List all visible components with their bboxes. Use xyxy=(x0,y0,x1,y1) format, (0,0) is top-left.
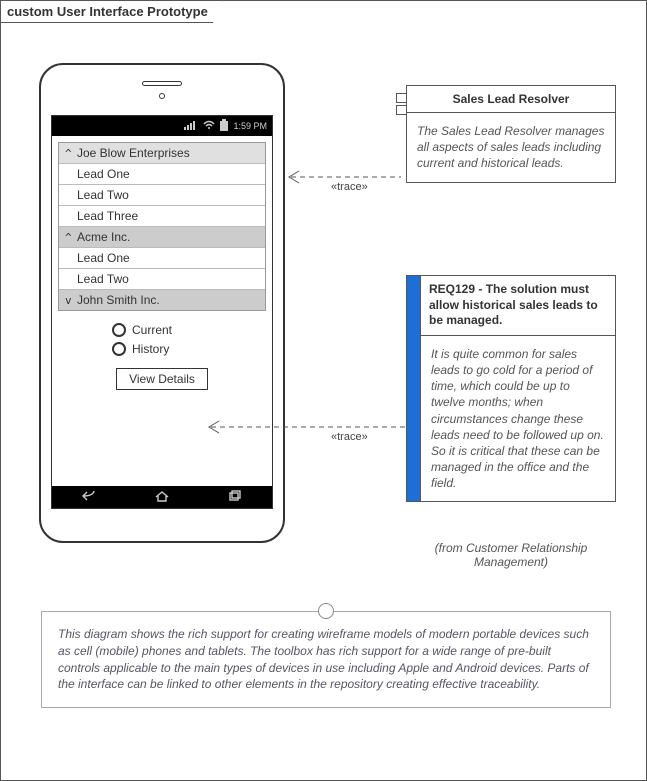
status-bar: 1:59 PM xyxy=(52,116,272,136)
phone-screen: 1:59 PM ^ Joe Blow Enterprises Lead One … xyxy=(51,115,273,509)
lead-list[interactable]: ^ Joe Blow Enterprises Lead One Lead Two… xyxy=(58,142,266,311)
radio-icon xyxy=(112,323,126,337)
radio-current[interactable]: Current xyxy=(112,323,212,337)
phone-speaker xyxy=(142,81,182,86)
list-item[interactable]: Lead Two xyxy=(59,269,265,290)
view-details-button[interactable]: View Details xyxy=(116,368,208,390)
component-body: The Sales Lead Resolver manages all aspe… xyxy=(407,113,615,182)
list-item[interactable]: Lead One xyxy=(59,248,265,269)
back-icon[interactable] xyxy=(81,490,97,505)
status-time: 1:59 PM xyxy=(233,121,267,131)
trace-label: «trace» xyxy=(331,181,368,193)
list-item[interactable]: Lead Two xyxy=(59,185,265,206)
group-label: John Smith Inc. xyxy=(77,293,160,307)
list-group-row[interactable]: ^ Joe Blow Enterprises xyxy=(59,143,265,164)
requirement-source: (from Customer Relationship Management) xyxy=(406,541,616,569)
radio-icon xyxy=(112,342,126,356)
radio-label: Current xyxy=(132,323,172,337)
chevron-up-icon: ^ xyxy=(65,231,77,244)
chevron-down-icon: v xyxy=(65,294,77,307)
diagram-note: This diagram shows the rich support for … xyxy=(41,611,611,708)
list-group-row[interactable]: ^ Acme Inc. xyxy=(59,227,265,248)
radio-history[interactable]: History xyxy=(112,342,212,356)
battery-icon xyxy=(220,119,228,133)
diagram-frame: custom User Interface Prototype 1:59 PM … xyxy=(0,0,647,781)
component-sales-lead-resolver[interactable]: Sales Lead Resolver The Sales Lead Resol… xyxy=(406,85,616,183)
android-nav-bar xyxy=(52,486,272,508)
list-item[interactable]: Lead One xyxy=(59,164,265,185)
requirement-req129[interactable]: REQ129 - The solution must allow histori… xyxy=(406,275,616,502)
phone-wireframe: 1:59 PM ^ Joe Blow Enterprises Lead One … xyxy=(39,63,285,543)
radio-group: Current History xyxy=(52,323,272,356)
note-anchor-icon xyxy=(318,603,334,619)
requirement-body: It is quite common for sales leads to go… xyxy=(421,336,615,502)
wifi-icon xyxy=(203,120,215,132)
phone-camera xyxy=(159,93,165,99)
requirement-title: REQ129 - The solution must allow histori… xyxy=(421,276,615,336)
group-label: Acme Inc. xyxy=(77,230,130,244)
requirement-stripe xyxy=(407,276,421,501)
list-item[interactable]: Lead Three xyxy=(59,206,265,227)
radio-label: History xyxy=(132,342,169,356)
group-label: Joe Blow Enterprises xyxy=(77,146,190,160)
home-icon[interactable] xyxy=(154,490,170,505)
diagram-title: custom User Interface Prototype xyxy=(0,0,223,23)
trace-connector xyxy=(201,419,411,435)
trace-label: «trace» xyxy=(331,431,368,443)
recent-icon[interactable] xyxy=(227,490,243,505)
note-text: This diagram shows the rich support for … xyxy=(41,611,611,708)
chevron-up-icon: ^ xyxy=(65,147,77,160)
component-title: Sales Lead Resolver xyxy=(407,86,615,113)
signal-icon xyxy=(184,120,198,132)
list-group-row[interactable]: v John Smith Inc. xyxy=(59,290,265,310)
